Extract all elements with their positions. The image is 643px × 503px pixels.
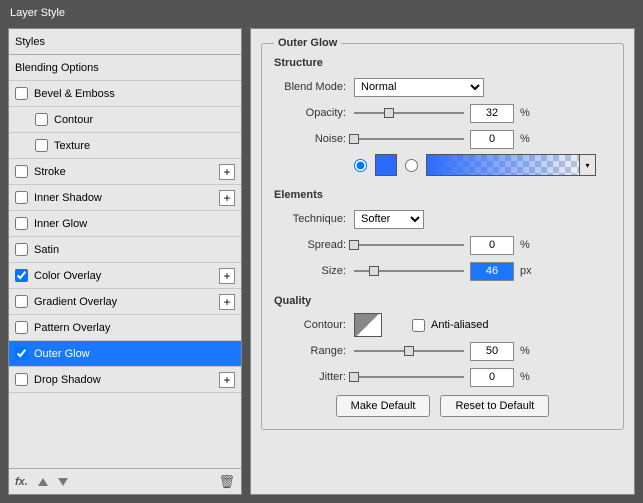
sidebar-item-stroke[interactable]: Stroke+ xyxy=(9,159,241,185)
anti-aliased-checkbox[interactable] xyxy=(412,319,425,332)
sidebar-item-bevel[interactable]: Bevel & Emboss xyxy=(9,81,241,107)
styles-sidebar: Styles Blending Options Bevel & Emboss C… xyxy=(8,28,242,495)
structure-heading: Structure xyxy=(274,57,611,69)
range-input[interactable] xyxy=(470,342,514,361)
jitter-label: Jitter: xyxy=(274,371,354,383)
drop-shadow-checkbox[interactable] xyxy=(15,373,28,386)
add-color-overlay-icon[interactable]: + xyxy=(219,268,235,284)
range-label: Range: xyxy=(274,345,354,357)
glow-gradient-radio[interactable] xyxy=(405,159,418,172)
bevel-checkbox[interactable] xyxy=(15,87,28,100)
sidebar-item-inner-shadow[interactable]: Inner Shadow+ xyxy=(9,185,241,211)
window-titlebar: Layer Style xyxy=(0,0,643,28)
opacity-input[interactable] xyxy=(470,104,514,123)
size-label: Size: xyxy=(274,265,354,277)
texture-checkbox[interactable] xyxy=(35,139,48,152)
contour-picker[interactable] xyxy=(354,313,382,337)
size-slider[interactable] xyxy=(354,264,464,278)
add-stroke-icon[interactable]: + xyxy=(219,164,235,180)
noise-slider[interactable] xyxy=(354,132,464,146)
size-input[interactable] xyxy=(470,262,514,281)
sidebar-footer: fx. 🗑 xyxy=(9,468,241,494)
sidebar-item-drop-shadow[interactable]: Drop Shadow+ xyxy=(9,367,241,393)
layer-style-window: Layer Style Styles Blending Options Beve… xyxy=(0,0,643,503)
reset-default-button[interactable]: Reset to Default xyxy=(440,395,549,417)
opacity-slider[interactable] xyxy=(354,106,464,120)
color-overlay-checkbox[interactable] xyxy=(15,269,28,282)
sidebar-item-texture[interactable]: Texture xyxy=(9,133,241,159)
blend-mode-label: Blend Mode: xyxy=(274,81,354,93)
inner-shadow-checkbox[interactable] xyxy=(15,191,28,204)
quality-heading: Quality xyxy=(274,295,611,307)
elements-heading: Elements xyxy=(274,189,611,201)
outer-glow-checkbox[interactable] xyxy=(15,347,28,360)
sidebar-item-outer-glow[interactable]: Outer Glow xyxy=(9,341,241,367)
contour-checkbox[interactable] xyxy=(35,113,48,126)
trash-icon[interactable]: 🗑 xyxy=(218,474,235,490)
inner-glow-checkbox[interactable] xyxy=(15,217,28,230)
opacity-label: Opacity: xyxy=(274,107,354,119)
sidebar-header-styles[interactable]: Styles xyxy=(9,29,241,55)
make-default-button[interactable]: Make Default xyxy=(336,395,431,417)
contour-label: Contour: xyxy=(274,319,354,331)
sidebar-item-color-overlay[interactable]: Color Overlay+ xyxy=(9,263,241,289)
jitter-input[interactable] xyxy=(470,368,514,387)
add-inner-shadow-icon[interactable]: + xyxy=(219,190,235,206)
sidebar-item-pattern-overlay[interactable]: Pattern Overlay xyxy=(9,315,241,341)
spread-slider[interactable] xyxy=(354,238,464,252)
anti-aliased-label: Anti-aliased xyxy=(431,319,488,331)
move-down-icon[interactable] xyxy=(58,478,68,486)
pattern-overlay-checkbox[interactable] xyxy=(15,321,28,334)
blend-mode-select[interactable]: Normal xyxy=(354,78,484,97)
gradient-overlay-checkbox[interactable] xyxy=(15,295,28,308)
sidebar-item-inner-glow[interactable]: Inner Glow xyxy=(9,211,241,237)
sidebar-item-contour[interactable]: Contour xyxy=(9,107,241,133)
sidebar-item-gradient-overlay[interactable]: Gradient Overlay+ xyxy=(9,289,241,315)
spread-label: Spread: xyxy=(274,239,354,251)
satin-checkbox[interactable] xyxy=(15,243,28,256)
sidebar-item-blending[interactable]: Blending Options xyxy=(9,55,241,81)
glow-color-radio[interactable] xyxy=(354,159,367,172)
add-drop-shadow-icon[interactable]: + xyxy=(219,372,235,388)
range-slider[interactable] xyxy=(354,344,464,358)
glow-color-swatch[interactable] xyxy=(375,154,397,176)
outer-glow-group: Outer Glow Structure Blend Mode: Normal … xyxy=(261,37,624,430)
noise-label: Noise: xyxy=(274,133,354,145)
panel-title: Outer Glow xyxy=(274,37,341,49)
move-up-icon[interactable] xyxy=(38,478,48,486)
add-gradient-overlay-icon[interactable]: + xyxy=(219,294,235,310)
spread-input[interactable] xyxy=(470,236,514,255)
gradient-dropdown-icon[interactable]: ▾ xyxy=(579,155,595,175)
stroke-checkbox[interactable] xyxy=(15,165,28,178)
fx-icon[interactable]: fx. xyxy=(15,476,28,488)
technique-select[interactable]: Softer xyxy=(354,210,424,229)
window-title: Layer Style xyxy=(10,7,65,19)
technique-label: Technique: xyxy=(274,213,354,225)
noise-input[interactable] xyxy=(470,130,514,149)
sidebar-item-satin[interactable]: Satin xyxy=(9,237,241,263)
jitter-slider[interactable] xyxy=(354,370,464,384)
settings-panel: Outer Glow Structure Blend Mode: Normal … xyxy=(250,28,635,495)
glow-gradient-picker[interactable]: ▾ xyxy=(426,154,596,176)
